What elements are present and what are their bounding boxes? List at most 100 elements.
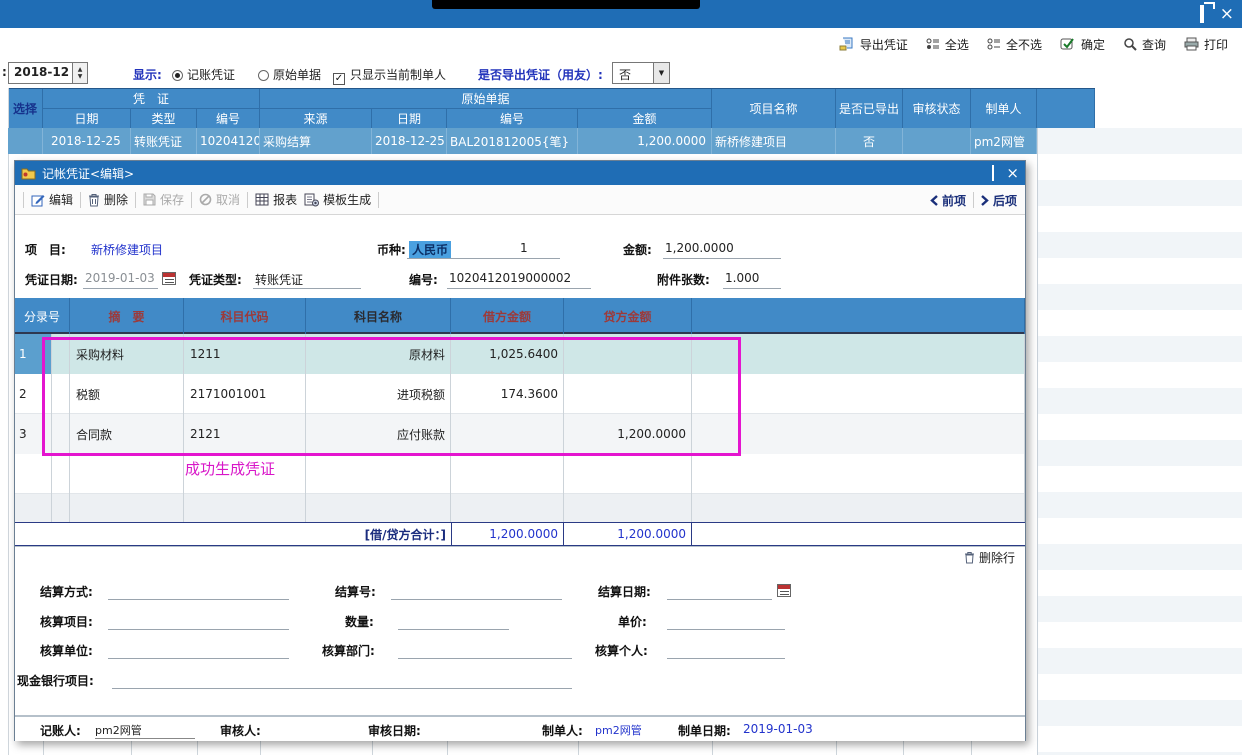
cell-original-date[interactable]: 2018-12-25 [372,128,447,154]
entry-code[interactable]: 2121 [184,414,306,454]
voucher-type-value[interactable]: 转账凭证 [255,271,303,288]
entry-row-empty[interactable] [15,494,1025,522]
export-question-label: 是否导出凭证（用友）: [478,66,603,83]
acct-person-input[interactable] [667,658,785,659]
template-generate-button[interactable]: 模板生成 [304,191,371,208]
amount-value[interactable]: 1,200.0000 [665,241,734,255]
separator [23,192,24,208]
settle-method-input[interactable] [108,599,289,600]
cell-audit-status[interactable] [903,128,971,154]
cell-voucher-date[interactable]: 2018-12-25 [43,128,131,154]
edit-button[interactable]: 编辑 [31,191,73,208]
entry-no[interactable]: 2 [15,374,52,414]
entry-credit[interactable] [564,334,692,374]
dialog-close-icon[interactable]: × [1006,166,1019,181]
dialog-maximize-icon[interactable] [992,166,994,180]
currency-value[interactable]: 人民币 [409,241,451,258]
settle-date-input[interactable] [667,599,772,600]
radio-original[interactable]: 原始单据 [258,66,321,83]
spinner-arrows-icon[interactable]: ▲▼ [72,63,87,83]
attachments-value[interactable]: 1.000 [725,271,759,285]
delete-row-button[interactable]: 删除行 [964,549,1015,566]
export-voucher-button[interactable]: 导出凭证 [838,36,908,53]
entry-summary[interactable]: 采购材料 [70,334,184,374]
calendar-icon[interactable] [162,272,176,285]
entry-summary[interactable]: 合同款 [70,414,184,454]
table-left-border [8,88,9,755]
entry-no[interactable]: 3 [15,414,52,454]
calendar-icon[interactable] [777,584,791,597]
entry-code[interactable]: 2171001001 [184,374,306,414]
close-icon[interactable]: × [1220,6,1234,23]
entry-row-empty[interactable] [15,454,1025,494]
chevron-down-icon[interactable]: ▼ [653,63,669,83]
cell-amount[interactable]: 1,200.0000 [578,128,712,154]
project-value[interactable]: 新桥修建项目 [91,241,163,258]
search-button[interactable]: 查询 [1123,36,1166,53]
entry-row-2[interactable]: 2 税额 2171001001 进项税额 174.3600 [15,374,1025,414]
entry-name[interactable]: 应付账款 [306,414,451,454]
entry-debit[interactable] [451,414,564,454]
voucher-no-value[interactable]: 1020412019000002 [449,271,571,285]
entry-debit[interactable]: 174.3600 [451,374,564,414]
cell-original-no[interactable]: BAL201812005{笔} [447,128,578,154]
report-button[interactable]: 报表 [255,191,297,208]
entry-summary[interactable]: 税额 [70,374,184,414]
settle-method-label: 结算方式: [40,583,93,600]
entry-name[interactable]: 原材料 [306,334,451,374]
bookkeeper-value[interactable]: pm2网管 [95,722,195,739]
grid-line [712,741,713,755]
entry-no[interactable]: 1 [15,334,52,374]
qty-input[interactable] [398,629,509,630]
next-item-button[interactable]: 后项 [981,192,1017,209]
cell-exported[interactable]: 否 [836,128,903,154]
acct-unit-input[interactable] [108,658,289,659]
radio-voucher[interactable]: 记账凭证 [172,66,235,83]
entry-row-1[interactable]: 1 采购材料 1211 原材料 1,025.6400 [15,334,1025,374]
col-voucher-type: 类型 [131,109,197,129]
cell-select[interactable] [8,128,43,154]
only-current-checkbox[interactable]: ✓只显示当前制单人 [333,66,446,85]
settle-no-input[interactable] [391,599,562,600]
restore-icon[interactable] [1200,7,1204,21]
print-button[interactable]: 打印 [1184,36,1228,53]
grid-line [578,741,579,755]
entry-credit[interactable]: 1,200.0000 [564,414,692,454]
acct-dept-input[interactable] [398,658,572,659]
entry-name[interactable]: 进项税额 [306,374,451,414]
cell-source[interactable]: 采购结算 [260,128,372,154]
edit-icon [31,193,45,207]
delete-button[interactable]: 删除 [88,191,128,208]
dialog-footer: 记账人: pm2网管 审核人: 审核日期: 制单人: pm2网管 制单日期: 2… [15,716,1025,741]
prev-item-button[interactable]: 前项 [930,192,966,209]
grid-line [971,741,972,755]
acct-item-input[interactable] [108,629,289,630]
price-input[interactable] [667,629,785,630]
currency-rate[interactable]: 1 [520,241,528,255]
select-all-button[interactable]: 全选 [926,36,969,53]
cell-creator[interactable]: pm2网管 [971,128,1037,154]
export-voucher-icon [838,37,855,52]
cell-project[interactable]: 新桥修建项目 [712,128,836,154]
template-icon [304,193,319,207]
entry-row-3[interactable]: 3 合同款 2121 应付账款 1,200.0000 [15,414,1025,454]
entry-rest [692,374,1025,414]
table-row-selected[interactable]: 2018-12-25 转账凭证 10204120180 采购结算 2018-12… [8,128,1037,154]
export-dropdown[interactable]: 否 ▼ [612,62,670,84]
save-label: 保存 [160,191,184,208]
entry-credit[interactable] [564,374,692,414]
cash-bank-input[interactable] [112,688,572,689]
entry-code[interactable]: 1211 [184,334,306,374]
confirm-button[interactable]: 确定 [1060,36,1105,53]
voucher-date-value[interactable]: 2019-01-03 [85,271,155,285]
period-value[interactable]: 2018-12 [9,63,72,83]
entries-col-code: 科目代码 [184,298,306,334]
cell-voucher-no[interactable]: 10204120180 [197,128,260,154]
cell-voucher-type[interactable]: 转账凭证 [131,128,197,154]
deselect-all-button[interactable]: 全不选 [987,36,1042,53]
dialog-titlebar[interactable]: 记帐凭证<编辑> × [15,161,1025,185]
entry-debit[interactable]: 1,025.6400 [451,334,564,374]
trash-icon [964,551,975,564]
delete-label: 删除 [104,191,128,208]
period-spinner[interactable]: 2018-12 ▲▼ [8,62,88,84]
